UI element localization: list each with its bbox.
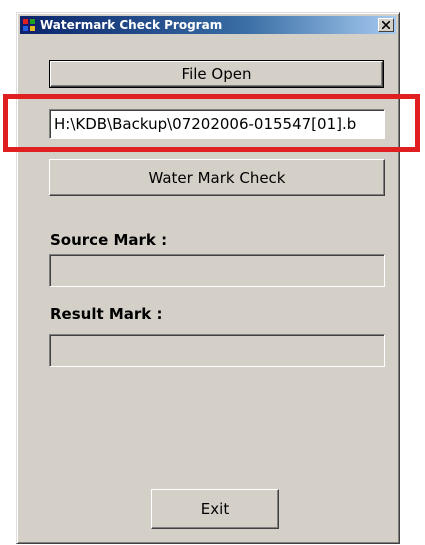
close-icon[interactable]: [378, 18, 394, 32]
source-mark-field[interactable]: [49, 254, 385, 287]
file-path-field[interactable]: H:\KDB\Backup\07202006-015547[01].b: [49, 109, 385, 139]
result-mark-field[interactable]: [49, 334, 385, 367]
watermark-check-window: Watermark Check Program File Open H:\KDB…: [16, 12, 400, 544]
water-mark-check-button[interactable]: Water Mark Check: [49, 159, 385, 196]
application-icon: [22, 18, 36, 32]
result-mark-label: Result Mark :: [50, 305, 163, 323]
file-open-button[interactable]: File Open: [49, 60, 384, 88]
window-title: Watermark Check Program: [40, 18, 223, 32]
source-mark-label: Source Mark :: [50, 231, 168, 249]
title-bar[interactable]: Watermark Check Program: [20, 16, 396, 34]
exit-button[interactable]: Exit: [151, 489, 279, 529]
